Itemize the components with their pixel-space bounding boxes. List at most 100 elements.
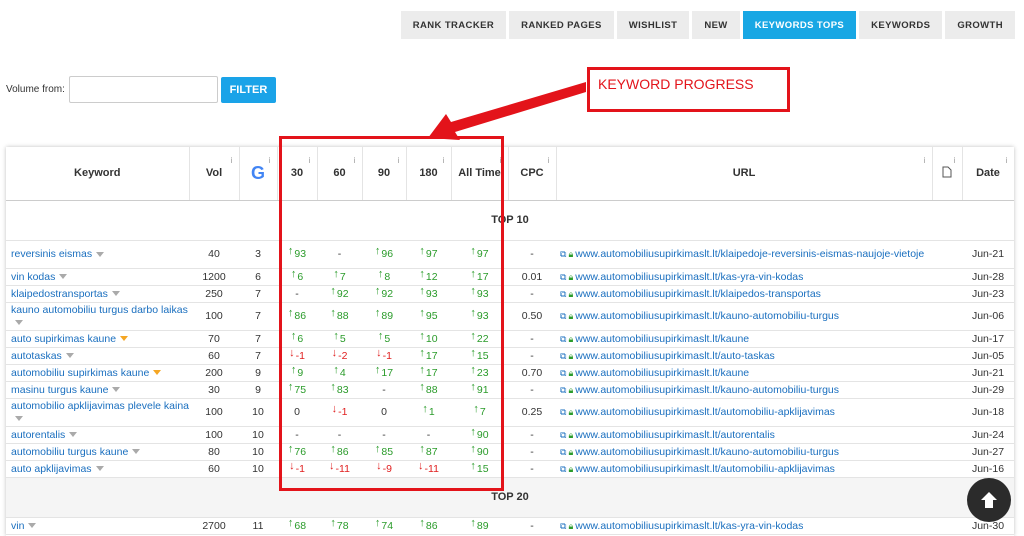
info-icon[interactable]: i	[548, 156, 550, 165]
keyword-link[interactable]: automobiliu supirkimas kaune	[11, 367, 149, 379]
external-link-icon[interactable]: ⧉	[560, 430, 566, 440]
header-180[interactable]: 180 i	[406, 147, 452, 201]
keyword-link[interactable]: kauno automobiliu turgus darbo laikas	[11, 304, 188, 316]
keyword-link[interactable]: automobilio apklijavimas plevele kaina	[11, 400, 189, 412]
tab-ranked-pages[interactable]: RANKED PAGES	[509, 11, 614, 39]
header-page[interactable]: i	[932, 147, 963, 201]
info-icon[interactable]: i	[924, 156, 926, 165]
url-link[interactable]: www.automobiliusupirkimaslt.lt/klaipedoj…	[575, 248, 924, 260]
chevron-down-icon[interactable]	[15, 415, 23, 421]
chevron-down-icon[interactable]	[112, 387, 121, 393]
chevron-down-icon[interactable]	[65, 353, 74, 359]
header-url[interactable]: URL i	[556, 147, 933, 201]
table-row: autotaskas 60 7 -1 -2 -1 17 15 - ⧉🔒︎www.automobil…	[6, 347, 1014, 365]
volume-from-input[interactable]	[68, 76, 218, 103]
url-link[interactable]: www.automobiliusupirkimaslt.lt/kauno-aut…	[575, 310, 839, 322]
cpc-cell-value: -	[530, 287, 534, 300]
url-link[interactable]: www.automobiliusupirkimaslt.lt/kaune	[575, 367, 749, 379]
external-link-icon[interactable]: ⧉	[560, 351, 566, 361]
cpc-cell: -	[508, 330, 556, 348]
header-90[interactable]: 90 i	[362, 147, 407, 201]
external-link-icon[interactable]: ⧉	[560, 272, 566, 282]
external-link-icon[interactable]: ⧉	[560, 249, 566, 259]
lock-icon: 🔒︎	[568, 350, 574, 361]
external-link-icon[interactable]: ⧉	[560, 464, 566, 474]
cpc-cell-value: -	[530, 349, 534, 362]
keyword-link[interactable]: auto supirkimas kaune	[11, 333, 116, 345]
tab-wishlist[interactable]: WISHLIST	[616, 11, 690, 39]
keyword-link[interactable]: klaipedostransportas	[11, 288, 108, 300]
header-cpc[interactable]: CPC i	[508, 147, 557, 201]
chevron-down-icon[interactable]	[28, 523, 37, 529]
header-all-time[interactable]: All Time i	[451, 147, 509, 201]
date-cell: Jun-28	[962, 268, 1014, 286]
progress-d180-cell: 95	[406, 302, 451, 331]
tab-keywords[interactable]: KEYWORDS	[859, 11, 943, 39]
chevron-down-icon[interactable]	[15, 319, 23, 325]
keyword-link[interactable]: autotaskas	[11, 350, 62, 362]
info-icon[interactable]: i	[954, 156, 956, 165]
info-icon[interactable]: i	[500, 156, 502, 165]
header-keyword[interactable]: Keyword	[6, 147, 190, 201]
url-link[interactable]: www.automobiliusupirkimaslt.lt/kaune	[575, 333, 749, 345]
chevron-down-icon[interactable]	[96, 251, 105, 257]
external-link-icon[interactable]: ⧉	[560, 311, 566, 321]
chevron-down-icon[interactable]	[153, 370, 162, 376]
progress-d60-cell: 78	[317, 517, 362, 535]
info-icon[interactable]: i	[443, 156, 445, 165]
header-vol[interactable]: Vol i	[189, 147, 240, 201]
chevron-down-icon[interactable]	[111, 291, 120, 297]
header-60[interactable]: 60 i	[317, 147, 363, 201]
tab-new[interactable]: NEW	[692, 11, 740, 39]
volume-cell-value: 60	[208, 462, 220, 475]
header-google[interactable]: Gi	[239, 147, 278, 201]
info-icon[interactable]: i	[354, 156, 356, 165]
info-icon[interactable]: i	[1006, 156, 1008, 165]
date-cell-value: Jun-21	[971, 366, 1005, 379]
filter-button[interactable]: FILTER	[220, 76, 276, 103]
tab-growth[interactable]: GROWTH	[945, 11, 1015, 39]
header-date[interactable]: Date i	[962, 147, 1014, 201]
progress-d180-cell-value: -11	[418, 463, 439, 475]
scroll-top-button[interactable]	[967, 478, 1011, 522]
tab-rank-tracker[interactable]: RANK TRACKER	[400, 11, 507, 39]
info-icon[interactable]: i	[309, 156, 311, 165]
chevron-down-icon[interactable]	[59, 274, 68, 280]
chevron-down-icon[interactable]	[132, 449, 141, 455]
url-link[interactable]: www.automobiliusupirkimaslt.lt/auto-task…	[575, 350, 775, 362]
table-row: automobiliu turgus kaune 80 10 76 86 85 87 90 - ⧉…	[6, 443, 1014, 461]
keyword-link[interactable]: vin kodas	[11, 271, 55, 283]
external-link-icon[interactable]: ⧉	[560, 368, 566, 378]
chevron-down-icon[interactable]	[120, 336, 129, 342]
keyword-link[interactable]: autorentalis	[11, 429, 65, 441]
keyword-link[interactable]: automobiliu turgus kaune	[11, 446, 128, 458]
chevron-down-icon[interactable]	[69, 432, 78, 438]
url-link[interactable]: www.automobiliusupirkimaslt.lt/klaipedos…	[575, 288, 821, 300]
progress-all-cell: 89	[451, 517, 508, 535]
external-link-icon[interactable]: ⧉	[560, 521, 566, 531]
info-icon[interactable]: i	[398, 156, 400, 165]
tab-keywords-tops[interactable]: KEYWORDS TOPS	[742, 11, 857, 39]
keyword-link[interactable]: reversinis eismas	[11, 248, 92, 260]
external-link-icon[interactable]: ⧉	[560, 385, 566, 395]
external-link-icon[interactable]: ⧉	[560, 289, 566, 299]
url-link[interactable]: www.automobiliusupirkimaslt.lt/automobil…	[575, 406, 835, 418]
external-link-icon[interactable]: ⧉	[560, 407, 566, 417]
external-link-icon[interactable]: ⧉	[560, 334, 566, 344]
url-link[interactable]: www.automobiliusupirkimaslt.lt/kauno-aut…	[575, 446, 839, 458]
url-link[interactable]: www.automobiliusupirkimaslt.lt/autorenta…	[575, 429, 775, 441]
keyword-link[interactable]: auto apklijavimas	[11, 463, 92, 475]
keyword-link[interactable]: masinu turgus kaune	[11, 384, 108, 396]
info-icon[interactable]: i	[269, 156, 271, 165]
url-link[interactable]: www.automobiliusupirkimaslt.lt/kas-yra-v…	[575, 520, 803, 532]
chevron-down-icon[interactable]	[95, 466, 104, 472]
keyword-link[interactable]: vin	[11, 520, 24, 532]
url-link[interactable]: www.automobiliusupirkimaslt.lt/kauno-aut…	[575, 384, 839, 396]
info-icon[interactable]: i	[231, 156, 233, 165]
external-link-icon[interactable]: ⧉	[560, 447, 566, 457]
url-link[interactable]: www.automobiliusupirkimaslt.lt/kas-yra-v…	[575, 271, 803, 283]
progress-d30-cell: 75	[277, 381, 317, 399]
url-link[interactable]: www.automobiliusupirkimaslt.lt/automobil…	[575, 463, 835, 475]
progress-d60-cell: -	[317, 426, 362, 444]
header-30[interactable]: 30 i	[277, 147, 318, 201]
